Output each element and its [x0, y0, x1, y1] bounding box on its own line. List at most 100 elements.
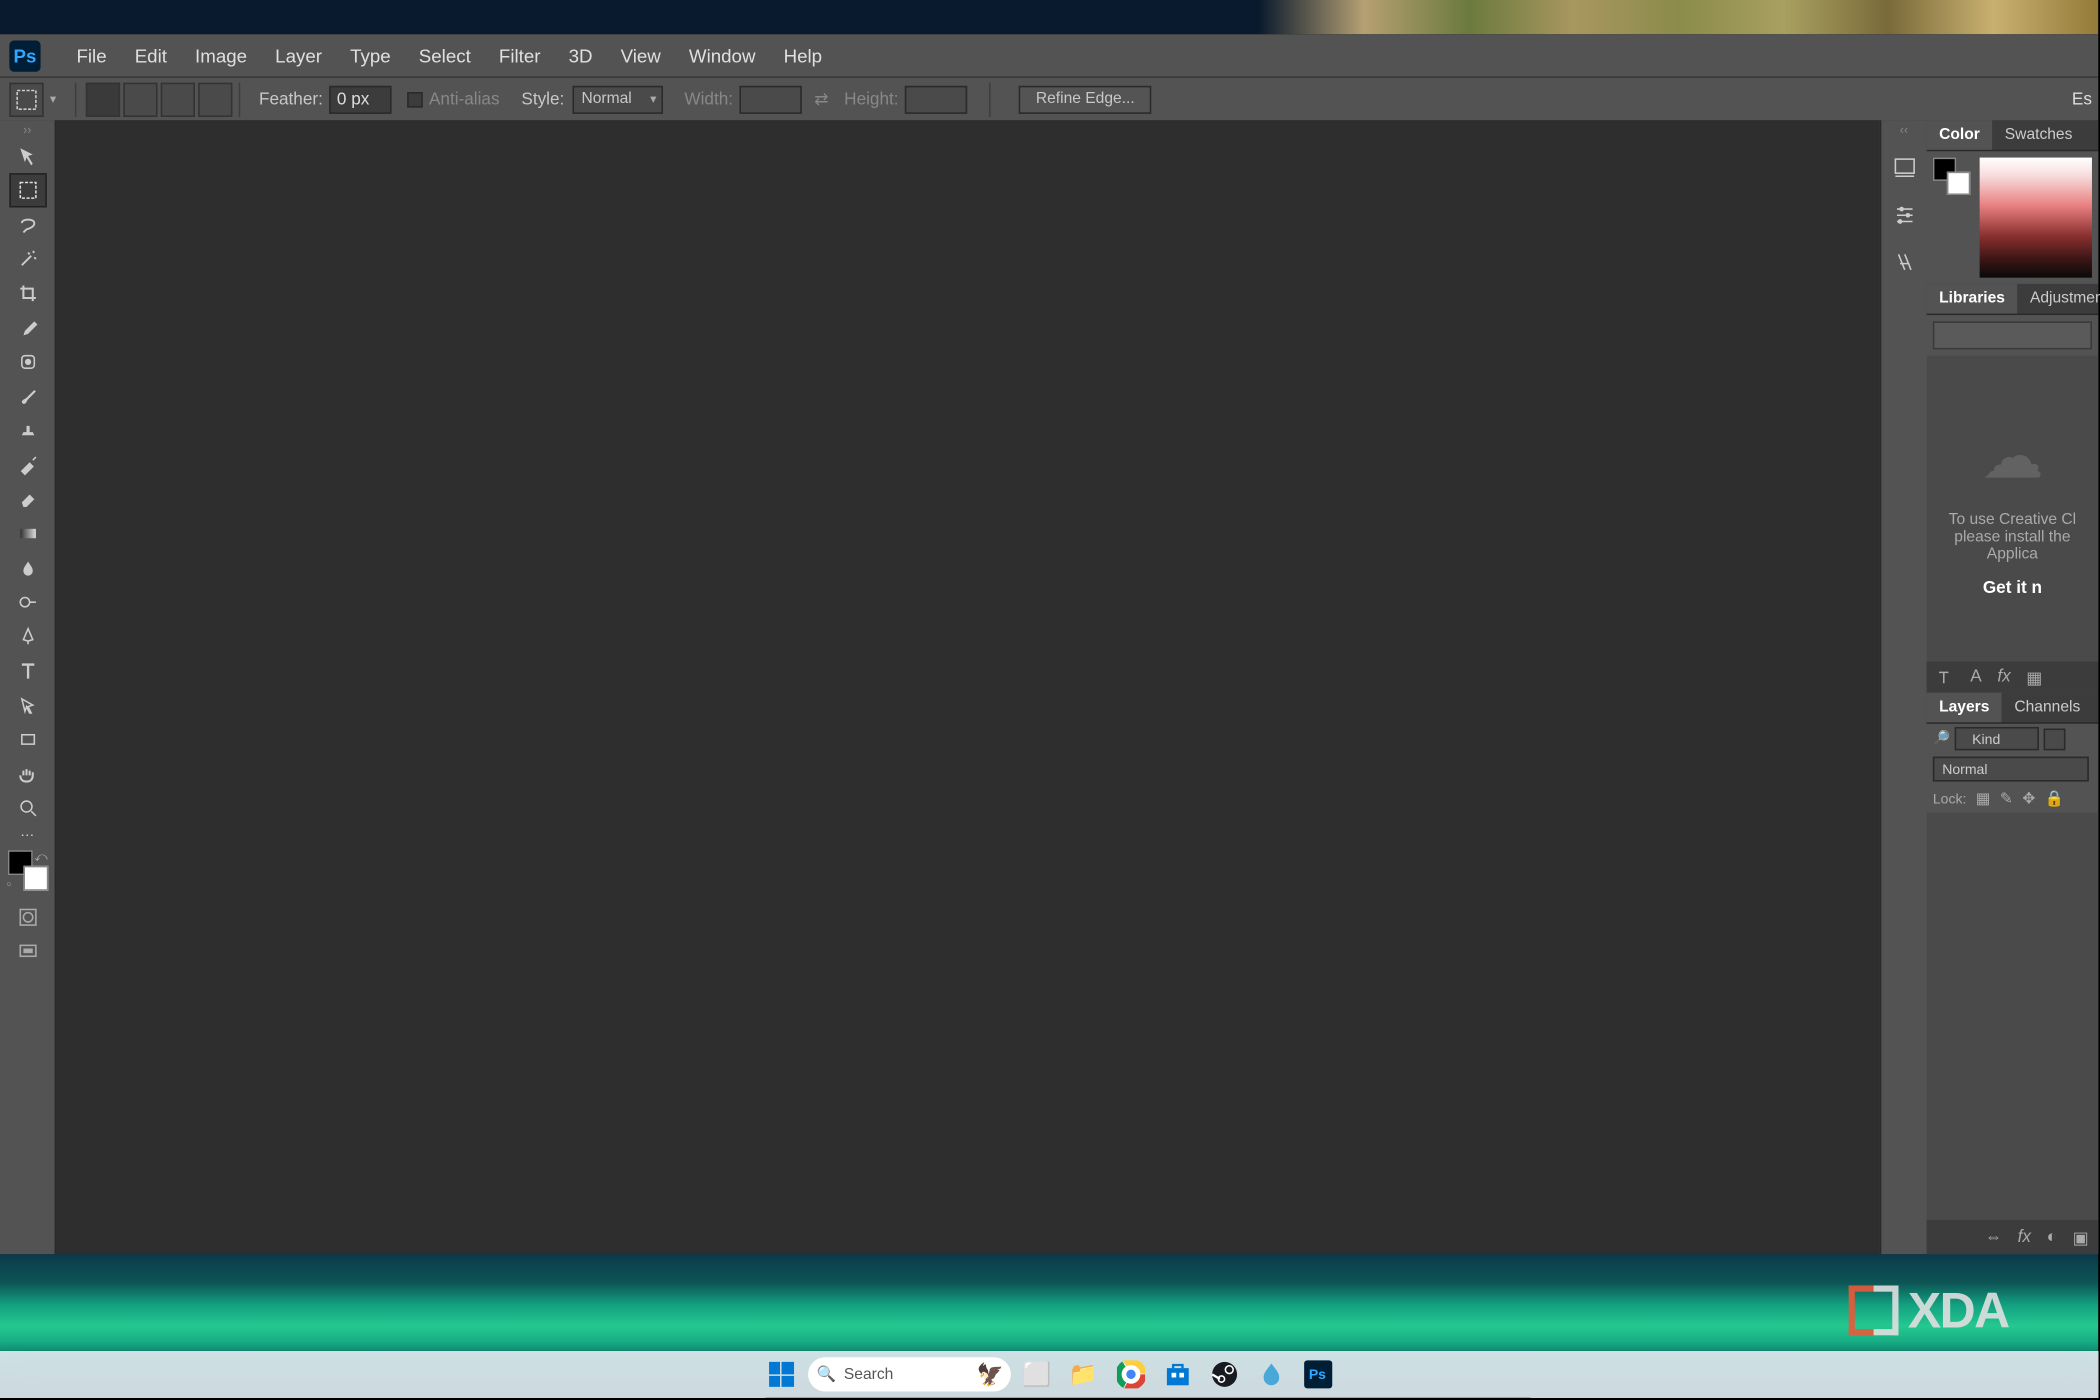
task-view-button[interactable]: ⬜: [1016, 1354, 1057, 1395]
blur-tool[interactable]: [9, 551, 46, 585]
tab-libraries[interactable]: Libraries: [1927, 284, 2018, 314]
color-swatches[interactable]: ⤺ ▫: [7, 850, 48, 891]
menu-view[interactable]: View: [607, 34, 675, 76]
spot-healing-brush-tool[interactable]: [9, 345, 46, 379]
move-tool[interactable]: [9, 139, 46, 173]
height-input: [905, 85, 967, 113]
style-select[interactable]: Normal▾: [572, 85, 662, 113]
menu-type[interactable]: Type: [336, 34, 405, 76]
crop-tool[interactable]: [9, 276, 46, 310]
steam-icon[interactable]: [1204, 1354, 1245, 1395]
layers-list[interactable]: [1927, 813, 2099, 1220]
lock-all-icon[interactable]: 🔒: [2045, 790, 2064, 807]
menu-help[interactable]: Help: [770, 34, 837, 76]
toolbar-grip-icon[interactable]: ››: [0, 123, 55, 139]
libraries-search[interactable]: [1933, 321, 2092, 349]
path-selection-tool[interactable]: [9, 688, 46, 722]
character-styles-icon[interactable]: A: [1970, 668, 1981, 687]
layer-mask-icon[interactable]: ◐: [2047, 1228, 2057, 1247]
blend-mode-select[interactable]: Normal: [1933, 757, 2089, 782]
tools-panel: ›› ⋯ ⤺ ▫: [0, 120, 56, 1254]
filter-search-icon[interactable]: 🔎: [1933, 730, 1951, 747]
menu-file[interactable]: File: [62, 34, 120, 76]
hand-tool[interactable]: [9, 757, 46, 791]
workspace-switcher[interactable]: Es: [2072, 90, 2092, 109]
menu-edit[interactable]: Edit: [121, 34, 181, 76]
canvas-area[interactable]: [56, 120, 1880, 1254]
swap-dimensions-icon: ⇄: [814, 89, 828, 109]
file-explorer-icon[interactable]: 📁: [1063, 1354, 1104, 1395]
antialias-checkbox[interactable]: [407, 91, 423, 107]
rectangle-tool[interactable]: [9, 722, 46, 756]
swap-colors-icon[interactable]: ⤺: [34, 850, 47, 866]
link-layers-icon[interactable]: ⇔: [1985, 1228, 2002, 1247]
swatches-preset-icon[interactable]: ▦: [2026, 667, 2042, 687]
options-bar: ▾ Feather: Anti-alias Style: Normal▾ Wid…: [0, 76, 2098, 120]
tool-preset-dropdown-icon[interactable]: ▾: [50, 92, 62, 106]
lasso-tool[interactable]: [9, 207, 46, 241]
magic-wand-tool[interactable]: [9, 242, 46, 276]
properties-panel-icon[interactable]: [1887, 198, 1921, 232]
paragraph-styles-icon[interactable]: [1936, 668, 1955, 687]
new-group-icon[interactable]: ▣: [2073, 1227, 2089, 1247]
eyedropper-tool[interactable]: [9, 310, 46, 344]
tab-adjustments[interactable]: Adjustments: [2017, 284, 2100, 314]
selection-intersect-icon[interactable]: [198, 82, 232, 116]
menu-image[interactable]: Image: [181, 34, 261, 76]
libraries-msg-1: To use Creative Cl: [1949, 511, 2076, 528]
chrome-icon[interactable]: [1110, 1354, 1151, 1395]
eraser-tool[interactable]: [9, 482, 46, 516]
brush-tool[interactable]: [9, 379, 46, 413]
zoom-tool[interactable]: [9, 791, 46, 825]
panel-color-swatches[interactable]: [1933, 158, 1970, 195]
hue-cube-picker[interactable]: [1980, 158, 2092, 278]
tab-paths[interactable]: Path: [2093, 693, 2100, 723]
libraries-panel: ☁ To use Creative Cl please install the …: [1927, 315, 2099, 661]
lock-position-icon[interactable]: ✥: [2022, 790, 2035, 807]
quick-mask-icon[interactable]: [9, 900, 46, 934]
clone-stamp-tool[interactable]: [9, 413, 46, 447]
dock-grip-icon[interactable]: ‹‹: [1881, 123, 1926, 139]
style-label: Style:: [521, 90, 564, 109]
menu-select[interactable]: Select: [405, 34, 485, 76]
edit-toolbar-icon[interactable]: ⋯: [9, 825, 46, 844]
screen-mode-icon[interactable]: [9, 934, 46, 968]
tab-layers[interactable]: Layers: [1927, 693, 2002, 723]
history-panel-icon[interactable]: [1887, 151, 1921, 185]
lock-transparent-icon[interactable]: ▦: [1976, 790, 1991, 807]
type-tool[interactable]: [9, 654, 46, 688]
menu-window[interactable]: Window: [675, 34, 770, 76]
search-highlight-icon: 🦅: [977, 1361, 1004, 1388]
selection-new-icon[interactable]: [86, 82, 120, 116]
dodge-tool[interactable]: [9, 585, 46, 619]
photoshop-taskbar-icon[interactable]: Ps: [1297, 1354, 1338, 1395]
tab-swatches[interactable]: Swatches: [1992, 120, 2085, 150]
character-panel-icon[interactable]: [1887, 245, 1921, 279]
ms-store-icon[interactable]: [1157, 1354, 1198, 1395]
gradient-tool[interactable]: [9, 516, 46, 550]
menu-layer[interactable]: Layer: [261, 34, 336, 76]
selection-add-icon[interactable]: [123, 82, 157, 116]
taskbar-search[interactable]: 🔍 Search 🦅: [807, 1357, 1010, 1391]
history-brush-tool[interactable]: [9, 448, 46, 482]
background-color[interactable]: [23, 866, 48, 891]
pen-tool[interactable]: [9, 619, 46, 653]
get-it-now-link[interactable]: Get it n: [1983, 578, 2042, 597]
feather-input[interactable]: [329, 85, 391, 113]
current-tool-icon[interactable]: [9, 82, 43, 116]
tab-color[interactable]: Color: [1927, 120, 1993, 150]
start-button[interactable]: [761, 1354, 802, 1395]
hydro-icon[interactable]: [1250, 1354, 1291, 1395]
rectangular-marquee-tool[interactable]: [9, 173, 46, 207]
menu-filter[interactable]: Filter: [485, 34, 555, 76]
lock-image-icon[interactable]: ✎: [2000, 790, 2013, 807]
tab-channels[interactable]: Channels: [2002, 693, 2093, 723]
layer-filter-select[interactable]: Kind: [1955, 727, 2039, 750]
default-colors-icon[interactable]: ▫: [7, 880, 11, 891]
refine-edge-button[interactable]: Refine Edge...: [1019, 85, 1152, 113]
layer-fx-icon[interactable]: fx: [2018, 1228, 2031, 1247]
fx-icon[interactable]: fx: [1997, 668, 2010, 687]
filter-pixel-icon[interactable]: [2044, 728, 2066, 750]
selection-subtract-icon[interactable]: [161, 82, 195, 116]
menu-3d[interactable]: 3D: [555, 34, 607, 76]
